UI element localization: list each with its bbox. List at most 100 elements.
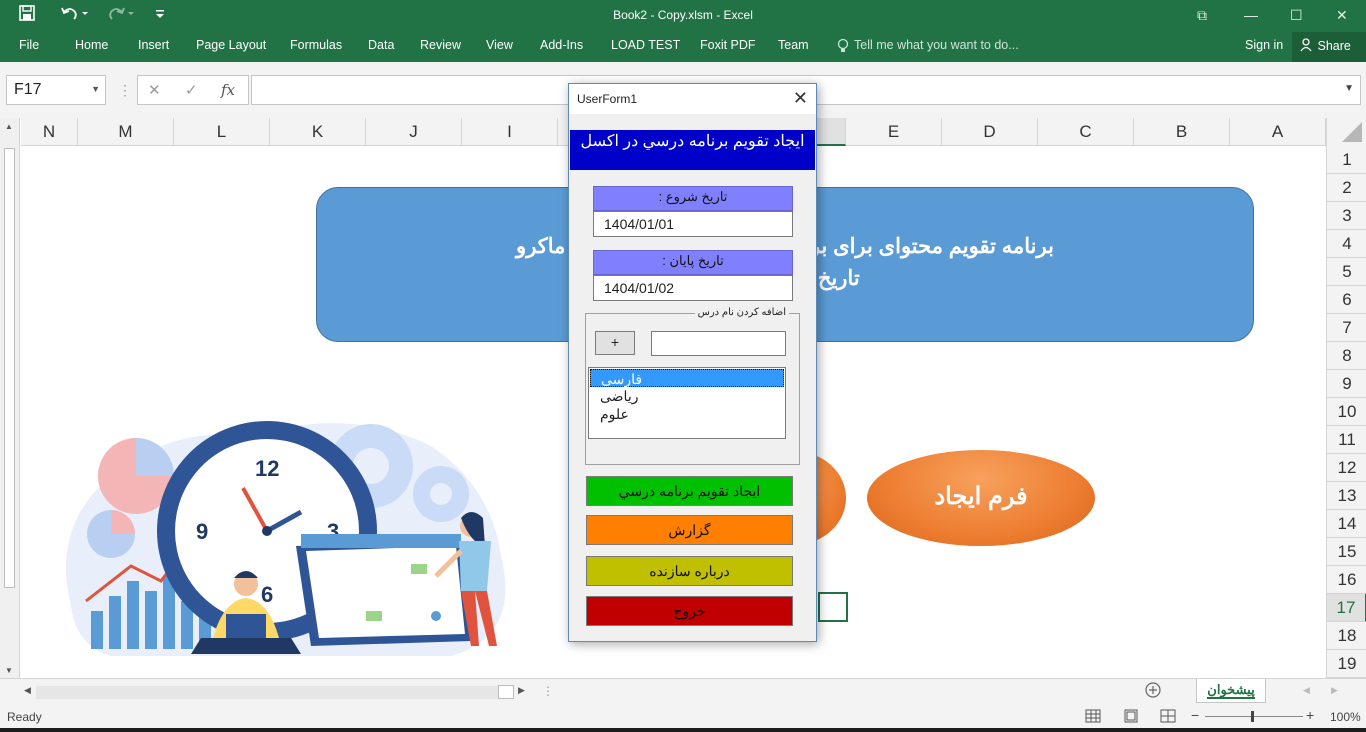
zoom-slider-thumb[interactable]	[1251, 711, 1254, 722]
cancel-icon[interactable]: ✕	[148, 81, 161, 99]
row-header[interactable]: 12	[1327, 454, 1366, 482]
row-header[interactable]: 16	[1327, 566, 1366, 594]
drag-handle-icon[interactable]: ⋮	[118, 82, 132, 99]
tab-home[interactable]: Home	[75, 38, 108, 52]
share-button[interactable]: Share	[1292, 32, 1366, 62]
row-header[interactable]: 13	[1327, 482, 1366, 510]
maximize-icon[interactable]: ☐	[1290, 6, 1303, 24]
zoom-out-icon[interactable]: −	[1191, 707, 1199, 723]
tab-view[interactable]: View	[486, 38, 513, 52]
row-header-selected[interactable]: 17	[1327, 594, 1366, 622]
row-header[interactable]: 19	[1327, 650, 1366, 678]
scroll-down-icon[interactable]: ▼	[5, 666, 13, 675]
chevron-down-icon[interactable]: ▼	[91, 84, 100, 94]
row-header[interactable]: 3	[1327, 202, 1366, 230]
scroll-right-icon[interactable]: ▶	[518, 685, 525, 696]
course-name-input[interactable]	[651, 331, 786, 356]
normal-view-icon[interactable]	[1085, 709, 1101, 726]
start-date-label: تاریخ شروع :	[593, 186, 793, 211]
add-course-frame-label: اضافه کردن نام درس	[694, 307, 789, 318]
column-header[interactable]: D	[942, 118, 1038, 146]
row-header[interactable]: 18	[1327, 622, 1366, 650]
row-header[interactable]: 2	[1327, 174, 1366, 202]
row-header[interactable]: 9	[1327, 370, 1366, 398]
dialog-close-icon[interactable]: ✕	[793, 88, 808, 109]
minimize-icon[interactable]: —	[1244, 6, 1258, 24]
add-course-frame: اضافه کردن نام درس + فارسی ریاضی علوم	[585, 307, 800, 465]
expand-formula-icon[interactable]: ▼	[1344, 83, 1354, 94]
tab-data[interactable]: Data	[368, 38, 394, 52]
insert-function-icon[interactable]: fx	[221, 81, 235, 99]
ribbon-display-icon[interactable]: ⧉	[1197, 6, 1207, 24]
status-bar: Ready − + 100%	[0, 706, 1366, 728]
row-header[interactable]: 8	[1327, 342, 1366, 370]
tab-load-test[interactable]: LOAD TEST	[611, 38, 680, 52]
list-item-selected[interactable]: فارسی	[590, 369, 784, 387]
list-item[interactable]: ریاضی	[590, 387, 784, 405]
row-header[interactable]: 10	[1327, 398, 1366, 426]
start-date-input[interactable]: 1404/01/01	[593, 211, 793, 237]
column-header[interactable]: N	[21, 118, 78, 146]
calendar-icon	[296, 534, 471, 646]
zoom-slider[interactable]	[1205, 716, 1303, 717]
list-item[interactable]: علوم	[590, 405, 784, 423]
row-header[interactable]: 4	[1327, 230, 1366, 258]
tab-add-ins[interactable]: Add-Ins	[540, 38, 583, 52]
report-button[interactable]: گزارش	[586, 515, 793, 545]
zoom-level[interactable]: 100%	[1330, 710, 1361, 724]
exit-button[interactable]: خروج	[586, 596, 793, 626]
column-header[interactable]: B	[1134, 118, 1230, 146]
scroll-up-icon[interactable]: ▲	[5, 122, 13, 131]
column-header[interactable]: I	[462, 118, 558, 146]
column-header[interactable]: C	[1038, 118, 1134, 146]
name-box[interactable]: F17 ▼	[6, 75, 106, 105]
sheet-tab-dashboard[interactable]: پیشخوان	[1196, 679, 1266, 703]
active-cell-f17[interactable]	[818, 592, 848, 622]
column-header[interactable]: M	[78, 118, 174, 146]
select-all-corner[interactable]	[1326, 118, 1366, 146]
row-header[interactable]: 15	[1327, 538, 1366, 566]
column-header[interactable]: A	[1230, 118, 1326, 146]
lightbulb-icon	[837, 38, 849, 57]
scroll-left-icon[interactable]: ◀	[24, 685, 31, 696]
tab-file[interactable]: File	[19, 38, 39, 52]
add-sheet-icon[interactable]	[1145, 682, 1161, 701]
tab-review[interactable]: Review	[420, 38, 461, 52]
close-icon[interactable]: ✕	[1336, 6, 1348, 24]
row-header[interactable]: 5	[1327, 258, 1366, 286]
vertical-scrollbar[interactable]: ▲ ▼	[0, 118, 20, 678]
tab-formulas[interactable]: Formulas	[290, 38, 342, 52]
scrollbar-thumb[interactable]	[4, 148, 15, 588]
enter-icon[interactable]: ✓	[185, 81, 198, 99]
add-course-button[interactable]: +	[595, 331, 635, 355]
horizontal-scrollbar[interactable]	[36, 686, 500, 699]
prev-sheet-icon[interactable]: ◀	[1303, 685, 1310, 696]
column-header[interactable]: L	[174, 118, 270, 146]
create-calendar-button[interactable]: ایجاد تقویم برنامه درسي	[586, 476, 793, 506]
column-header[interactable]: E	[846, 118, 942, 146]
horizontal-scrollbar-thumb[interactable]	[498, 685, 514, 699]
next-sheet-icon[interactable]: ▶	[1331, 685, 1338, 696]
sign-in-link[interactable]: Sign in	[1245, 38, 1283, 52]
tab-page-layout[interactable]: Page Layout	[196, 38, 266, 52]
row-header[interactable]: 14	[1327, 510, 1366, 538]
zoom-in-icon[interactable]: +	[1306, 707, 1314, 723]
split-handle-icon[interactable]: ⋮	[542, 684, 554, 698]
column-header[interactable]: J	[366, 118, 462, 146]
row-header[interactable]: 1	[1327, 146, 1366, 174]
tab-team[interactable]: Team	[778, 38, 809, 52]
page-break-view-icon[interactable]	[1160, 709, 1176, 726]
tab-foxit-pdf[interactable]: Foxit PDF	[700, 38, 756, 52]
row-header[interactable]: 7	[1327, 314, 1366, 342]
about-button[interactable]: درباره سازنده	[586, 556, 793, 586]
row-header[interactable]: 6	[1327, 286, 1366, 314]
tell-me-search[interactable]: Tell me what you want to do...	[854, 38, 1019, 52]
sheet-tabs-bar: ◀ ▶ ⋮ پیشخوان ◀ ▶	[0, 678, 1366, 706]
page-layout-view-icon[interactable]	[1123, 709, 1139, 726]
row-header[interactable]: 11	[1327, 426, 1366, 454]
end-date-input[interactable]: 1404/01/02	[593, 275, 793, 301]
column-header[interactable]: K	[270, 118, 366, 146]
create-form-oval-button[interactable]: فرم ایجاد	[867, 450, 1095, 546]
tab-insert[interactable]: Insert	[138, 38, 169, 52]
course-list[interactable]: فارسی ریاضی علوم	[588, 367, 786, 439]
